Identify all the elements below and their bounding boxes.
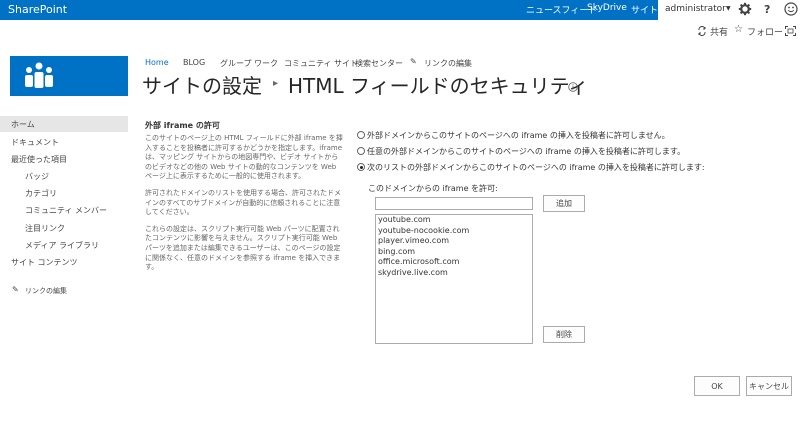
breadcrumb-arrow-icon: ▸ bbox=[273, 78, 279, 89]
page-subtitle: HTML フィールドのセキュリティ bbox=[288, 74, 589, 98]
quicklaunch-community-members[interactable]: コミュニティ メンバー bbox=[25, 205, 107, 216]
option-label: 外部ドメインからこのサイトのページへの iframe の挿入を投稿者に許可しませ… bbox=[367, 131, 670, 140]
help-icon[interactable]: ? bbox=[764, 3, 770, 16]
radio-button-selected[interactable] bbox=[357, 163, 365, 171]
radio-button[interactable] bbox=[357, 131, 365, 139]
user-name[interactable]: administrator bbox=[665, 4, 726, 14]
share-icon[interactable] bbox=[697, 26, 707, 36]
description-paragraph: このサイトのページ上の HTML フィールドに外部 iframe を挿入すること… bbox=[145, 134, 343, 181]
pencil-icon[interactable]: ✎ bbox=[410, 57, 417, 66]
domain-field-label: このドメインからの iframe を許可: bbox=[368, 184, 498, 193]
description-paragraph: これらの設定は、スクリプト実行可能 Web パーツに配置されたコンテンツに影響を… bbox=[145, 224, 341, 272]
topnav-blog[interactable]: BLOG bbox=[183, 58, 205, 67]
radio-button[interactable] bbox=[357, 147, 365, 155]
list-item[interactable]: office.microsoft.com bbox=[376, 257, 532, 268]
quicklaunch-badges[interactable]: バッジ bbox=[25, 171, 49, 182]
chevron-down-icon[interactable]: ▼ bbox=[726, 5, 731, 12]
section-title: 外部 iframe の許可 bbox=[145, 121, 220, 130]
topnav-search-center[interactable]: 検索センター bbox=[355, 58, 403, 69]
list-item[interactable]: skydrive.live.com bbox=[376, 268, 532, 279]
info-icon[interactable] bbox=[568, 82, 578, 92]
sites-link[interactable]: サイト bbox=[631, 3, 658, 16]
option-label: 任意の外部ドメインからこのサイトのページへの iframe の挿入を投稿者に許可… bbox=[367, 147, 686, 156]
list-item[interactable]: youtube-nocookie.com bbox=[376, 226, 532, 237]
domain-input[interactable] bbox=[375, 197, 533, 210]
quicklaunch-recent[interactable]: 最近使った項目 bbox=[11, 154, 67, 165]
quicklaunch-categories[interactable]: カテゴリ bbox=[25, 188, 57, 199]
people-logo-icon bbox=[25, 62, 53, 88]
gear-icon[interactable] bbox=[738, 2, 752, 16]
follow-link[interactable]: フォロー bbox=[747, 25, 783, 38]
topnav-group-work[interactable]: グループ ワーク bbox=[220, 58, 278, 69]
option-deny-iframes[interactable]: 外部ドメインからこのサイトのページへの iframe の挿入を投稿者に許可しませ… bbox=[357, 130, 670, 141]
quicklaunch-documents[interactable]: ドキュメント bbox=[11, 137, 59, 148]
star-icon[interactable]: ☆ bbox=[734, 24, 743, 35]
focus-on-content-icon[interactable] bbox=[785, 26, 796, 36]
cancel-button[interactable]: キャンセル bbox=[746, 376, 792, 396]
brand-link[interactable]: SharePoint bbox=[8, 3, 67, 16]
add-button[interactable]: 追加 bbox=[543, 195, 585, 212]
site-logo[interactable] bbox=[10, 56, 128, 96]
topnav-home[interactable]: Home bbox=[145, 58, 169, 67]
option-allow-any-domain[interactable]: 任意の外部ドメインからこのサイトのページへの iframe の挿入を投稿者に許可… bbox=[357, 146, 685, 157]
ok-button[interactable]: OK bbox=[694, 376, 740, 396]
skydrive-link[interactable]: SkyDrive bbox=[587, 3, 627, 13]
section-description: このサイトのページ上の HTML フィールドに外部 iframe を挿入すること… bbox=[145, 134, 343, 280]
list-item[interactable]: youtube.com bbox=[376, 215, 532, 226]
quicklaunch-site-contents[interactable]: サイト コンテンツ bbox=[11, 257, 78, 268]
quicklaunch-media-library[interactable]: メディア ライブラリ bbox=[25, 240, 99, 251]
delete-button[interactable]: 削除 bbox=[543, 326, 585, 343]
topnav-edit-links[interactable]: リンクの編集 bbox=[424, 58, 472, 69]
description-paragraph: 許可されたドメインのリストを使用する場合、許可されたドメインのすべてのサブドメイ… bbox=[145, 188, 341, 217]
topnav-community-site[interactable]: コミュニティ サイト bbox=[284, 58, 358, 69]
smiley-icon[interactable] bbox=[784, 2, 798, 16]
allowed-domains-list[interactable]: youtube.com youtube-nocookie.com player.… bbox=[375, 214, 533, 344]
quicklaunch-edit-links[interactable]: リンクの編集 bbox=[25, 286, 67, 296]
pencil-icon[interactable]: ✎ bbox=[12, 285, 19, 294]
option-allow-listed-domains[interactable]: 次のリストの外部ドメインからこのサイトのページへの iframe の挿入を投稿者… bbox=[357, 162, 705, 173]
option-label: 次のリストの外部ドメインからこのサイトのページへの iframe の挿入を投稿者… bbox=[367, 163, 705, 172]
share-link[interactable]: 共有 bbox=[710, 25, 728, 38]
quicklaunch-home[interactable]: ホーム bbox=[11, 119, 35, 130]
list-item[interactable]: player.vimeo.com bbox=[376, 236, 532, 247]
quicklaunch-featured-links[interactable]: 注目リンク bbox=[25, 223, 65, 234]
page-title: サイトの設定 bbox=[142, 74, 262, 98]
list-item[interactable]: bing.com bbox=[376, 247, 532, 258]
